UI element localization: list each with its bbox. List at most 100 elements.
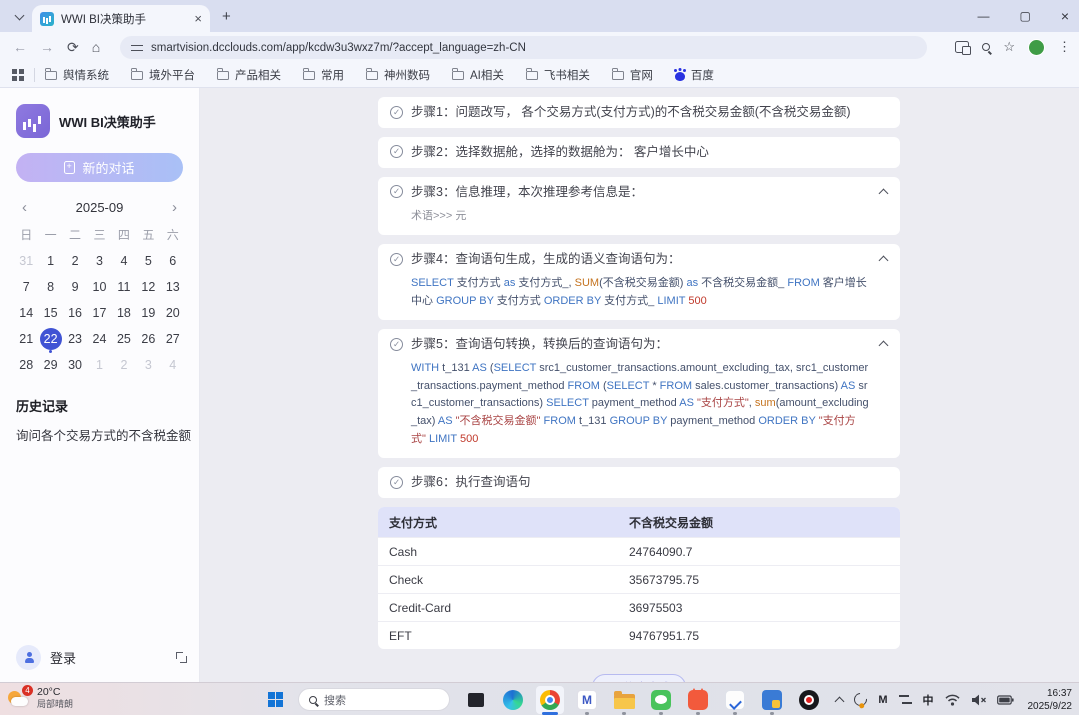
site-settings-icon[interactable] [131,43,143,53]
network-activity-icon[interactable] [899,694,912,705]
calendar-day[interactable]: 21 [14,327,38,350]
calendar-weekday: 六 [161,224,185,246]
bookmark-item[interactable]: 境外平台 [131,67,195,83]
blue-check-app-icon[interactable] [721,686,749,714]
taskbar-search-label: 搜索 [324,692,346,708]
calendar-day[interactable]: 3 [87,249,111,272]
bookmark-item[interactable]: 百度 [675,67,714,83]
calendar-prev-icon[interactable]: ‹ [18,199,31,216]
browser-tab[interactable]: WWI BI决策助手 × [32,5,210,32]
calendar-day[interactable]: 17 [87,301,111,324]
browser-menu-icon[interactable]: ⋮ [1058,39,1071,55]
calendar-day[interactable]: 16 [63,301,87,324]
bookmark-item[interactable]: 常用 [303,67,344,83]
search-icon[interactable] [982,43,990,51]
new-tab-button[interactable]: + [222,8,231,25]
calendar-day[interactable]: 1 [38,249,62,272]
calendar-day[interactable]: 11 [112,275,136,298]
calendar-day[interactable]: 13 [161,275,185,298]
edge-icon[interactable] [499,686,527,714]
calendar-day[interactable]: 31 [14,249,38,272]
calendar-day[interactable]: 1 [87,353,111,376]
volume-muted-icon[interactable] [971,694,986,706]
window-close-button[interactable]: × [1061,8,1069,24]
bookmark-item[interactable]: 官网 [612,67,653,83]
calendar-day[interactable]: 4 [112,249,136,272]
window-minimize-button[interactable]: — [977,9,989,23]
translate-icon[interactable] [955,41,969,53]
taskbar-search[interactable]: 搜索 [298,688,450,711]
calendar-day[interactable]: 2 [112,353,136,376]
calendar-day[interactable]: 8 [38,275,62,298]
calendar-day[interactable]: 15 [38,301,62,324]
calendar-day[interactable]: 6 [161,249,185,272]
back-icon[interactable]: ← [13,39,27,55]
profile-avatar[interactable] [1028,39,1045,56]
collapse-chevron-icon[interactable] [879,341,889,351]
reload-icon[interactable]: ⟳ [67,39,79,56]
calendar-day[interactable]: 12 [136,275,160,298]
collapse-chevron-icon[interactable] [879,188,889,198]
calendar-day-selected[interactable]: 22 [38,327,62,350]
new-chat-button[interactable]: 新的对话 [16,153,183,182]
window-maximize-button[interactable]: ▢ [1019,9,1030,23]
bookmark-item[interactable]: 舆情系统 [45,67,109,83]
m-tray-icon[interactable]: M [878,694,887,706]
calendar-day[interactable]: 9 [63,275,87,298]
input-method-indicator[interactable]: 中 [923,692,934,708]
calendar-day[interactable]: 20 [161,301,185,324]
cat-app-icon[interactable] [684,686,712,714]
bookmark-item[interactable]: 产品相关 [217,67,281,83]
bookmark-item[interactable]: 神州数码 [366,67,430,83]
chrome-icon[interactable] [536,686,564,714]
tab-close-icon[interactable]: × [194,12,202,25]
wifi-icon[interactable] [945,694,960,706]
collapse-chevron-icon[interactable] [879,256,889,266]
taskbar-clock[interactable]: 16:37 2025/9/22 [1028,687,1073,713]
task-view-button[interactable] [462,686,490,714]
calendar-month-label[interactable]: 2025-09 [76,200,124,215]
bookmark-star-icon[interactable]: ☆ [1003,39,1015,55]
calendar-day[interactable]: 28 [14,353,38,376]
calendar-day[interactable]: 23 [63,327,87,350]
recorder-app-icon[interactable] [795,686,823,714]
calendar-day[interactable]: 19 [136,301,160,324]
battery-icon[interactable] [997,695,1014,705]
sync-tray-icon[interactable] [852,690,870,708]
history-item[interactable]: 询问各个交易方式的不含税金额 [16,425,193,444]
bookmark-item[interactable]: 飞书相关 [526,67,590,83]
table-row: Cash24764090.7 [378,537,900,565]
calendar-day[interactable]: 3 [136,353,160,376]
calendar-day[interactable]: 4 [161,353,185,376]
calendar-day[interactable]: 30 [63,353,87,376]
taskbar-weather-widget[interactable]: 4 20°C 局部晴朗 [7,686,73,710]
calendar-weekday: 日 [14,224,38,246]
address-bar[interactable]: smartvision.dcclouds.com/app/kcdw3u3wxz7… [120,36,927,59]
sidebar-collapse-icon[interactable] [176,652,187,663]
calendar-day[interactable]: 5 [136,249,160,272]
calendar-day[interactable]: 27 [161,327,185,350]
calendar-day[interactable]: 26 [136,327,160,350]
file-explorer-icon[interactable] [610,686,638,714]
calendar-day[interactable]: 24 [87,327,111,350]
wps-icon[interactable] [758,686,786,714]
start-button[interactable] [268,692,283,707]
tray-expand-icon[interactable] [835,696,845,706]
calendar-day[interactable]: 2 [63,249,87,272]
forward-icon[interactable]: → [40,39,54,55]
tab-search-dropdown-icon[interactable] [10,8,28,26]
apps-grid-icon[interactable] [12,69,24,81]
calendar-day[interactable]: 14 [14,301,38,324]
bookmark-label: 产品相关 [235,67,281,83]
calendar-day[interactable]: 7 [14,275,38,298]
bookmark-item[interactable]: AI相关 [452,67,504,83]
calendar-day[interactable]: 29 [38,353,62,376]
calendar-day[interactable]: 18 [112,301,136,324]
calendar-next-icon[interactable]: › [168,199,181,216]
calendar-day[interactable]: 25 [112,327,136,350]
wechat-icon[interactable] [647,686,675,714]
login-button[interactable]: 登录 [16,645,76,670]
m-app-icon[interactable]: M [573,686,601,714]
home-icon[interactable]: ⌂ [92,39,100,55]
calendar-day[interactable]: 10 [87,275,111,298]
